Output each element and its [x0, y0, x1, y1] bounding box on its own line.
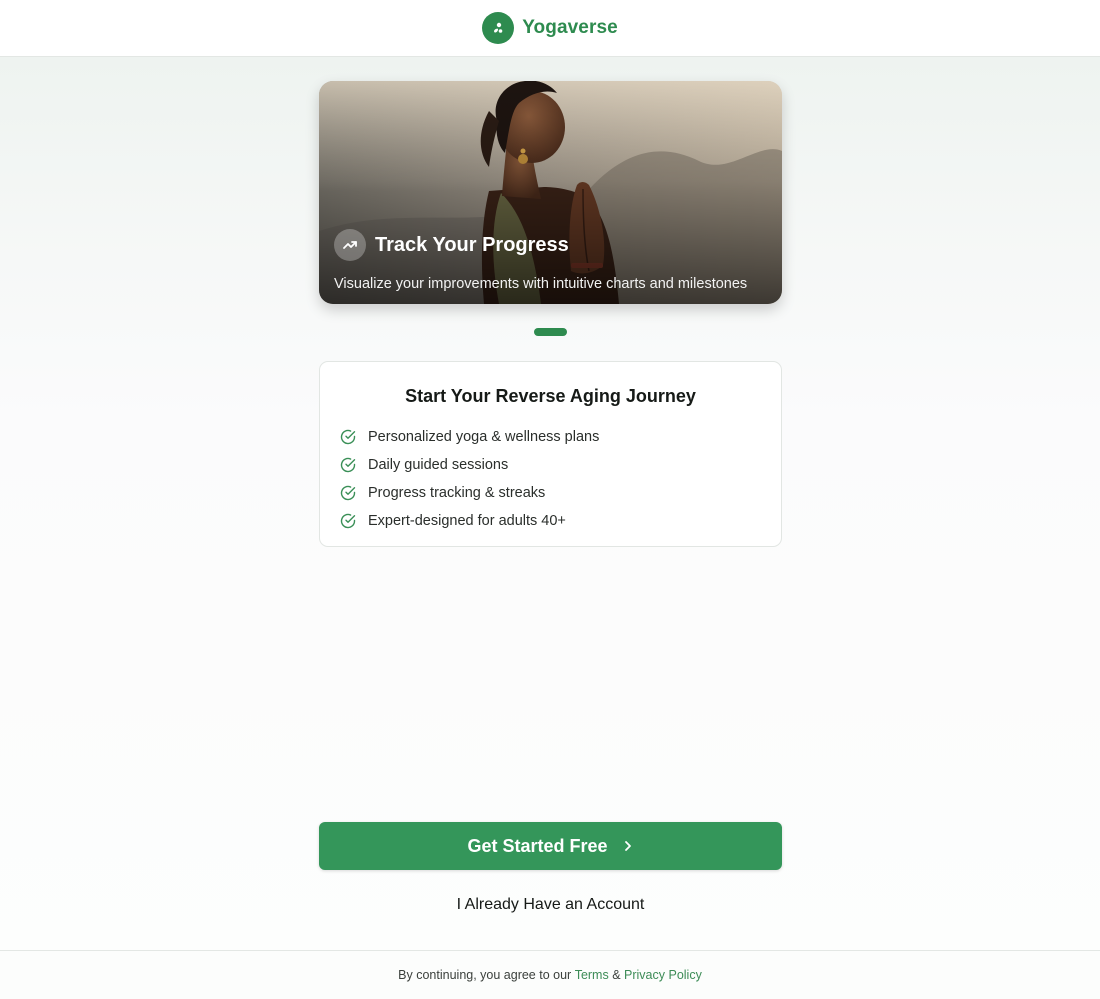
benefits-title: Start Your Reverse Aging Journey — [405, 386, 696, 406]
check-circle-icon — [340, 457, 356, 473]
benefit-label: Daily guided sessions — [368, 457, 509, 473]
benefits-card: Start Your Reverse Aging Journey Persona… — [319, 361, 782, 547]
list-item: Personalized yoga & wellness plans — [340, 423, 599, 451]
hero-title: Track Your Progress — [375, 233, 569, 256]
check-circle-icon — [340, 513, 356, 529]
list-item: Expert-designed for adults 40+ — [340, 507, 599, 535]
check-circle-icon — [340, 429, 356, 445]
legal-footer: By continuing, you agree to our Terms & … — [0, 950, 1100, 999]
brand-name: Yogaverse — [522, 17, 618, 38]
footer-amp: & — [612, 968, 621, 982]
leaf-drops-icon — [482, 12, 515, 44]
hero-description: Visualize your improvements with intuiti… — [334, 276, 748, 292]
hero-slide[interactable]: Track Your Progress Visualize your impro… — [319, 81, 782, 304]
chevron-right-icon — [622, 840, 634, 852]
trending-up-icon — [334, 229, 366, 261]
check-circle-icon — [340, 485, 356, 501]
app-header: Yogaverse — [0, 0, 1100, 57]
login-button[interactable]: I Already Have an Account — [319, 893, 782, 917]
list-item: Daily guided sessions — [340, 451, 599, 479]
benefit-label: Expert-designed for adults 40+ — [368, 513, 566, 529]
get-started-button[interactable]: Get Started Free — [319, 822, 782, 870]
privacy-policy-link[interactable]: Privacy Policy — [624, 968, 702, 982]
benefit-label: Progress tracking & streaks — [368, 485, 546, 501]
get-started-label: Get Started Free — [467, 835, 608, 856]
benefit-list: Personalized yoga & wellness plans Daily… — [340, 423, 599, 535]
hero-caption: Track Your Progress Visualize your impro… — [334, 229, 767, 292]
footer-prefix: By continuing, you agree to our — [398, 968, 572, 982]
list-item: Progress tracking & streaks — [340, 479, 599, 507]
terms-link[interactable]: Terms — [575, 968, 609, 982]
carousel-indicator-active[interactable] — [534, 328, 567, 336]
benefit-label: Personalized yoga & wellness plans — [368, 429, 600, 445]
